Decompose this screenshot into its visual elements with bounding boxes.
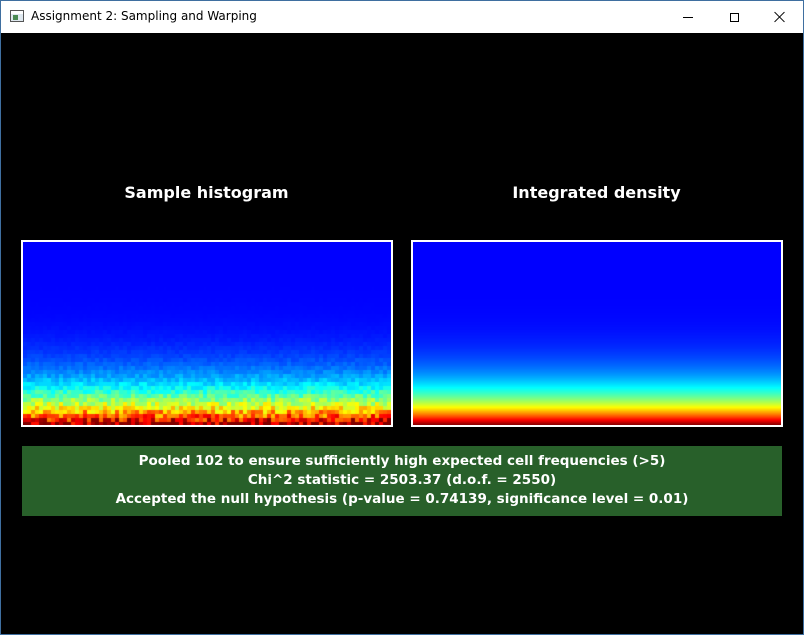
integrated-density-title: Integrated density — [512, 183, 681, 202]
sample-histogram-plot — [21, 240, 393, 427]
test-result-panel: Pooled 102 to ensure sufficiently high e… — [22, 446, 782, 516]
maximize-icon — [729, 12, 739, 22]
result-hypothesis-text: Accepted the null hypothesis (p-value = … — [115, 491, 689, 507]
title-bar[interactable]: Assignment 2: Sampling and Warping — [1, 1, 803, 33]
app-window: Assignment 2: Sampling and Warping Sampl… — [0, 0, 804, 635]
integrated-density-heatmap — [413, 242, 781, 425]
minimize-button[interactable] — [665, 1, 711, 33]
window-title: Assignment 2: Sampling and Warping — [31, 9, 257, 23]
close-button[interactable] — [757, 1, 803, 33]
minimize-icon — [683, 16, 693, 18]
result-pooled-text: Pooled 102 to ensure sufficiently high e… — [138, 453, 666, 469]
sample-histogram-title: Sample histogram — [124, 183, 289, 202]
result-chi2-text: Chi^2 statistic = 2503.37 (d.o.f. = 2550… — [247, 472, 557, 488]
sample-histogram-heatmap — [23, 242, 391, 425]
maximize-button[interactable] — [711, 1, 757, 33]
integrated-density-plot — [411, 240, 783, 427]
close-icon — [774, 11, 786, 23]
app-window-icon — [10, 10, 24, 22]
